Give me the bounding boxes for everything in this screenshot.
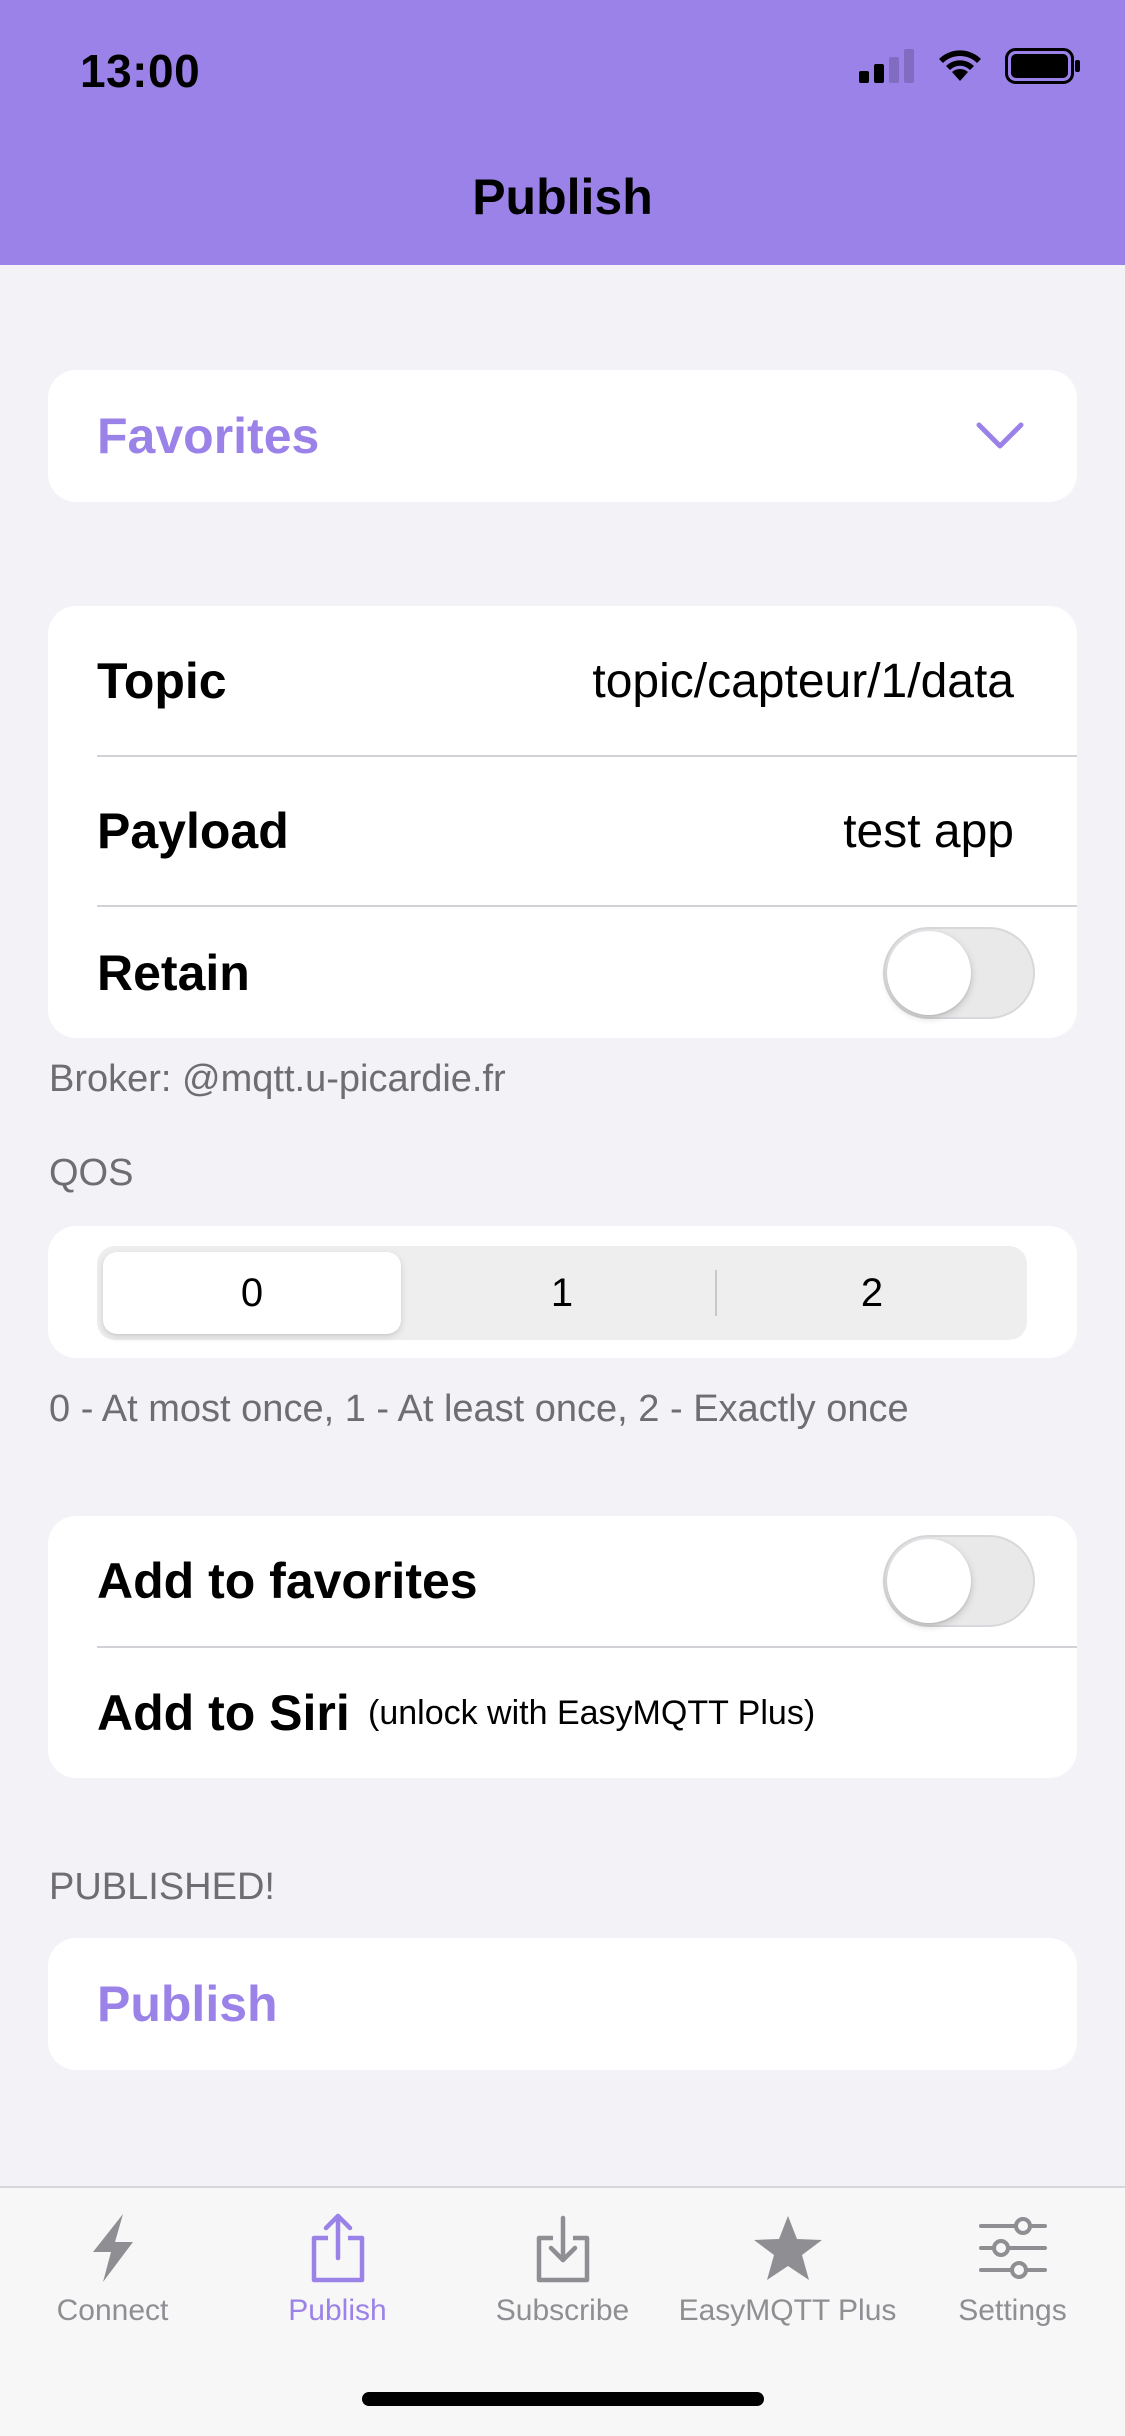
battery-icon (1005, 48, 1080, 84)
star-icon (753, 2216, 822, 2280)
broker-text: Broker: @mqtt.u-picardie.fr (49, 1058, 506, 1100)
publish-screen: 13:00 Publish Favorites Topic topic/capt… (0, 0, 1125, 2436)
extras-card: Add to favorites Add to Siri (unlock wit… (48, 1516, 1077, 1778)
qos-segmented-control[interactable]: 0 1 2 (97, 1246, 1027, 1340)
tab-label: Connect (56, 2294, 169, 2327)
siri-row[interactable]: Add to Siri (unlock with EasyMQTT Plus) (48, 1648, 1077, 1778)
tab-label: Publish (288, 2294, 387, 2327)
favorites-dropdown[interactable]: Favorites (48, 370, 1077, 502)
payload-input[interactable]: test app (843, 804, 1014, 859)
qos-card: 0 1 2 (48, 1226, 1077, 1358)
home-indicator (362, 2392, 764, 2406)
qos-footer: 0 - At most once, 1 - At least once, 2 -… (49, 1388, 909, 1430)
tab-label: Settings (958, 2294, 1067, 2327)
qos-header: QOS (49, 1152, 134, 1194)
download-icon (536, 2215, 589, 2283)
chevron-down-icon (976, 422, 1024, 449)
tab-label: Subscribe (495, 2294, 630, 2327)
share-icon (311, 2213, 364, 2283)
status-time: 13:00 (80, 45, 201, 97)
tab-settings[interactable]: Settings (900, 2212, 1125, 2328)
status-icons (859, 48, 1081, 84)
siri-note: (unlock with EasyMQTT Plus) (368, 1693, 816, 1732)
qos-option-1[interactable]: 1 (407, 1246, 717, 1340)
add-to-favorites-label: Add to favorites (97, 1553, 478, 1609)
tab-publish[interactable]: Publish (225, 2212, 450, 2328)
topic-label: Topic (97, 653, 227, 709)
bolt-icon (92, 2214, 133, 2282)
publish-button[interactable]: Publish (48, 1938, 1077, 2070)
tab-subscribe[interactable]: Subscribe (450, 2212, 675, 2328)
tab-easymqtt-plus[interactable]: EasyMQTT Plus (675, 2212, 900, 2328)
sliders-icon (978, 2217, 1047, 2279)
tab-connect[interactable]: Connect (0, 2212, 225, 2328)
toggle-knob (887, 930, 971, 1015)
tab-label: EasyMQTT Plus (678, 2294, 897, 2327)
page-title: Publish (472, 169, 653, 225)
topic-row[interactable]: Topic topic/capteur/1/data (48, 606, 1077, 756)
qos-option-0[interactable]: 0 (103, 1252, 401, 1334)
payload-label: Payload (97, 803, 289, 859)
topic-input[interactable]: topic/capteur/1/data (592, 654, 1014, 709)
favorites-row: Add to favorites (48, 1516, 1077, 1646)
publish-button-label: Publish (97, 1976, 278, 2032)
favorites-label: Favorites (97, 408, 320, 464)
retain-row: Retain (48, 907, 1077, 1038)
publish-form: Topic topic/capteur/1/data Payload test … (48, 606, 1077, 1038)
wifi-icon (939, 50, 981, 81)
retain-toggle[interactable] (883, 926, 1035, 1019)
header: 13:00 Publish (0, 0, 1125, 265)
add-to-favorites-toggle[interactable] (883, 1535, 1035, 1627)
publish-status-text: PUBLISHED! (49, 1866, 275, 1908)
toggle-knob (887, 1539, 971, 1623)
signal-icon (859, 49, 914, 83)
add-to-siri-label: Add to Siri (97, 1685, 350, 1741)
payload-row[interactable]: Payload test app (48, 757, 1077, 905)
retain-label: Retain (97, 944, 250, 1001)
qos-option-2[interactable]: 2 (717, 1246, 1027, 1340)
